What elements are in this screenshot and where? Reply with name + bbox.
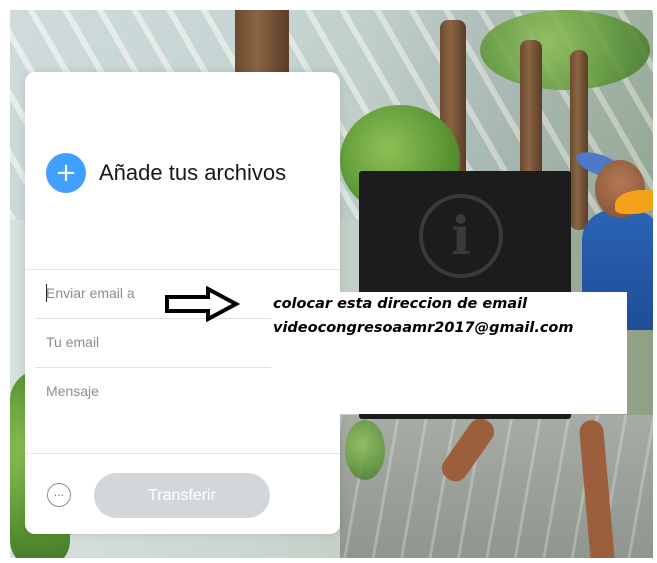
plus-icon: + [55, 158, 77, 188]
your-email-input[interactable] [46, 334, 271, 350]
add-files-row[interactable]: + Añade tus archivos [46, 153, 286, 193]
more-options-icon[interactable]: ··· [47, 483, 71, 507]
annotation-line-1: colocar esta direccion de email [273, 296, 528, 312]
background-bush [345, 420, 385, 480]
more-options-glyph: ··· [53, 488, 65, 502]
your-email-field[interactable] [35, 320, 282, 368]
info-icon-glyph: i [451, 205, 471, 267]
divider [25, 269, 340, 270]
right-arrow-icon [165, 286, 240, 322]
divider [25, 453, 340, 454]
background-palm-canopy [480, 10, 650, 90]
background-palm-trunk [570, 50, 588, 230]
email-to-field[interactable] [35, 271, 282, 319]
right-arrow-shape [165, 286, 240, 322]
transfer-button[interactable]: Transferir [94, 473, 270, 518]
text-cursor [46, 284, 47, 302]
info-icon[interactable]: i [419, 194, 503, 278]
add-files-button[interactable]: + [46, 153, 86, 193]
annotation-note: colocar esta direccion de email videocon… [271, 292, 627, 414]
annotation-line-2: videocongresoaamr2017@gmail.com [273, 320, 574, 336]
add-files-label[interactable]: Añade tus archivos [99, 160, 286, 186]
